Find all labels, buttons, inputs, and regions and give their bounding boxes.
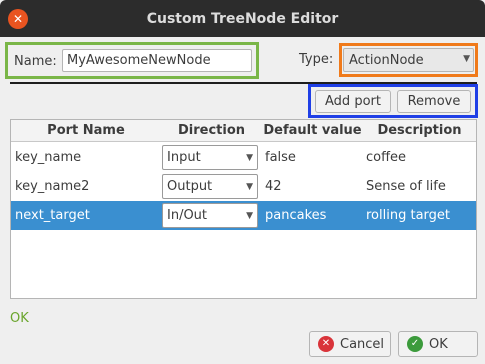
table-row[interactable]: key_name2 Output ▼ 42 Sense of life [11, 172, 476, 201]
default-value-cell: false [265, 150, 296, 165]
direction-select[interactable]: Output ▼ [162, 174, 258, 199]
column-header[interactable]: Description [363, 123, 476, 138]
direction-value: Output [167, 179, 213, 194]
table-row[interactable]: key_name Input ▼ false coffee [11, 143, 476, 172]
table-header: Port Name Direction Default value Descri… [11, 120, 476, 142]
ok-button[interactable]: ✓ OK [398, 331, 478, 357]
column-header[interactable]: Direction [161, 123, 262, 138]
cancel-label: Cancel [340, 337, 385, 352]
check-icon: ✓ [407, 336, 423, 352]
title-bar: ✕ Custom TreeNode Editor [0, 0, 485, 37]
type-group: ActionNode ▼ [339, 43, 478, 77]
cancel-button[interactable]: ✕ Cancel [309, 331, 391, 357]
name-input[interactable]: MyAwesomeNewNode [62, 49, 252, 72]
name-group: Name: MyAwesomeNewNode [5, 42, 259, 79]
port-name-cell: next_target [15, 208, 90, 223]
remove-button[interactable]: Remove [397, 90, 471, 113]
cancel-icon: ✕ [318, 336, 334, 352]
direction-select[interactable]: Input ▼ [162, 145, 258, 170]
type-label: Type: [299, 52, 334, 67]
description-cell: coffee [366, 150, 407, 165]
column-header[interactable]: Port Name [11, 123, 161, 138]
direction-value: In/Out [167, 208, 208, 223]
description-cell: rolling target [366, 208, 450, 223]
port-name-cell: key_name2 [15, 179, 90, 194]
port-buttons-group: Add port Remove [308, 84, 478, 118]
type-value: ActionNode [349, 53, 424, 68]
add-port-button[interactable]: Add port [315, 90, 391, 113]
direction-value: Input [167, 150, 201, 165]
chevron-down-icon: ▼ [246, 153, 253, 163]
default-value-cell: pancakes [265, 208, 327, 223]
window-title: Custom TreeNode Editor [146, 11, 339, 27]
default-value-cell: 42 [265, 179, 282, 194]
chevron-down-icon: ▼ [246, 182, 253, 192]
ports-table: Port Name Direction Default value Descri… [10, 119, 477, 299]
chevron-down-icon: ▼ [246, 211, 253, 221]
ok-label: OK [429, 337, 448, 352]
direction-select[interactable]: In/Out ▼ [162, 203, 258, 228]
port-name-cell: key_name [15, 150, 82, 165]
status-text: OK [10, 311, 29, 326]
column-header[interactable]: Default value [262, 123, 363, 138]
chevron-down-icon: ▼ [463, 54, 470, 64]
table-row-selected[interactable]: next_target In/Out ▼ pancakes rolling ta… [11, 201, 476, 230]
description-cell: Sense of life [366, 179, 446, 194]
type-select[interactable]: ActionNode ▼ [343, 48, 474, 72]
name-label: Name: [14, 54, 57, 69]
